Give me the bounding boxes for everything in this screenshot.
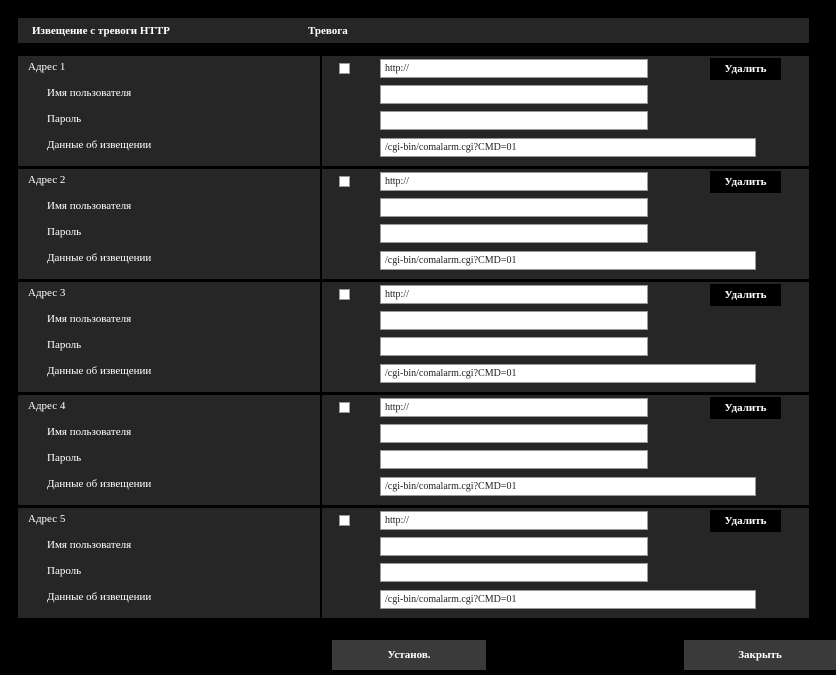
password-label: Пароль [47,113,82,125]
notification-data-input[interactable]: /cgi-bin/comalarm.cgi?CMD=01 [380,251,756,270]
address-label: Адрес 4 [28,400,66,412]
address-row-2: Адрес 2 Имя пользователя Пароль Данные о… [18,169,809,279]
password-input[interactable] [380,111,648,130]
notification-data-label: Данные об извещении [47,591,152,603]
username-label: Имя пользователя [47,200,132,212]
http-alarm-panel: Извещение с тревоги HTTP Тревога Адрес 1… [18,18,809,618]
delete-button[interactable]: Удалить [710,397,781,419]
delete-button[interactable]: Удалить [710,510,781,532]
column-divider [320,56,322,166]
password-label: Пароль [47,565,82,577]
address-row-5: Адрес 5 Имя пользователя Пароль Данные о… [18,508,809,618]
alarm-checkbox[interactable] [339,63,350,74]
address-row-1: Адрес 1 Имя пользователя Пароль Данные о… [18,56,809,166]
address-label: Адрес 5 [28,513,66,525]
password-label: Пароль [47,339,82,351]
username-label: Имя пользователя [47,539,132,551]
column-divider [320,395,322,505]
url-input[interactable]: http:// [380,285,648,304]
password-input[interactable] [380,450,648,469]
url-input[interactable]: http:// [380,511,648,530]
url-input[interactable]: http:// [380,59,648,78]
alarm-checkbox[interactable] [339,402,350,413]
username-label: Имя пользователя [47,313,132,325]
column-divider [320,508,322,618]
username-input[interactable] [380,424,648,443]
username-label: Имя пользователя [47,87,132,99]
table-header: Извещение с тревоги HTTP Тревога [18,18,809,43]
column-divider [320,169,322,279]
alarm-checkbox[interactable] [339,289,350,300]
address-label: Адрес 2 [28,174,66,186]
notification-data-label: Данные об извещении [47,139,152,151]
delete-button[interactable]: Удалить [710,284,781,306]
notification-data-input[interactable]: /cgi-bin/comalarm.cgi?CMD=01 [380,364,756,383]
address-row-3: Адрес 3 Имя пользователя Пароль Данные о… [18,282,809,392]
header-title: Извещение с тревоги HTTP [32,25,170,37]
address-label: Адрес 3 [28,287,66,299]
close-button[interactable]: Закрыть [684,640,836,670]
header-alarm: Тревога [308,25,348,37]
url-input[interactable]: http:// [380,398,648,417]
username-input[interactable] [380,198,648,217]
alarm-checkbox[interactable] [339,515,350,526]
alarm-checkbox[interactable] [339,176,350,187]
username-input[interactable] [380,311,648,330]
password-input[interactable] [380,224,648,243]
password-label: Пароль [47,452,82,464]
url-input[interactable]: http:// [380,172,648,191]
password-label: Пароль [47,226,82,238]
notification-data-input[interactable]: /cgi-bin/comalarm.cgi?CMD=01 [380,590,756,609]
notification-data-label: Данные об извещении [47,252,152,264]
notification-data-input[interactable]: /cgi-bin/comalarm.cgi?CMD=01 [380,138,756,157]
username-label: Имя пользователя [47,426,132,438]
notification-data-input[interactable]: /cgi-bin/comalarm.cgi?CMD=01 [380,477,756,496]
set-button[interactable]: Установ. [332,640,486,670]
delete-button[interactable]: Удалить [710,171,781,193]
username-input[interactable] [380,85,648,104]
delete-button[interactable]: Удалить [710,58,781,80]
notification-data-label: Данные об извещении [47,365,152,377]
password-input[interactable] [380,337,648,356]
column-divider [320,282,322,392]
address-row-4: Адрес 4 Имя пользователя Пароль Данные о… [18,395,809,505]
address-label: Адрес 1 [28,61,66,73]
notification-data-label: Данные об извещении [47,478,152,490]
username-input[interactable] [380,537,648,556]
password-input[interactable] [380,563,648,582]
